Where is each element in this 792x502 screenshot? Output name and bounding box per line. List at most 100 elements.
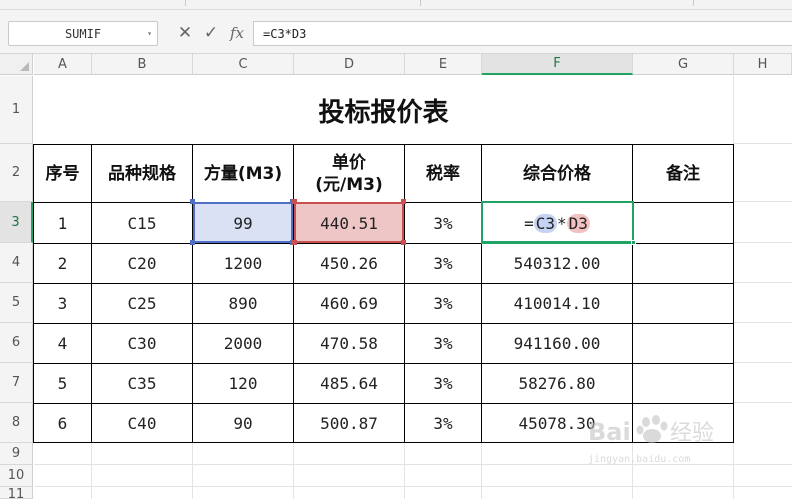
formula-ref-d3: D3 (566, 213, 590, 233)
cell-spec[interactable]: C20 (92, 244, 192, 283)
svg-text:经验: 经验 (670, 421, 714, 446)
col-header-d[interactable]: D (294, 54, 405, 75)
formula-input[interactable]: =C3*D3 (253, 21, 792, 46)
row-header-2[interactable]: 2 (0, 144, 33, 202)
formula-operator: * (557, 213, 567, 233)
cell-note[interactable] (633, 244, 733, 283)
formula-equals: = (524, 213, 534, 233)
cell-seq[interactable]: 4 (34, 324, 91, 363)
cell-spec[interactable]: C30 (92, 324, 192, 363)
chevron-down-icon[interactable]: ▾ (147, 29, 152, 38)
row-header-3[interactable]: 3 (0, 202, 33, 243)
gridline (34, 486, 792, 487)
table-border (733, 144, 734, 443)
gridline (481, 443, 482, 499)
cell-note[interactable] (633, 364, 733, 403)
cell-price[interactable]: 485.64 (294, 364, 404, 403)
cell-total[interactable]: 58276.80 (482, 364, 632, 403)
formula-text: =C3*D3 (263, 26, 307, 41)
gridline (734, 282, 792, 283)
cell-price[interactable]: 500.87 (294, 404, 404, 442)
svg-text:Bai: Bai (588, 418, 631, 446)
cell-note[interactable] (633, 324, 733, 363)
formula-ref-c3: C3 (533, 213, 557, 233)
cell-seq[interactable]: 2 (34, 244, 91, 283)
cell-seq[interactable]: 3 (34, 284, 91, 323)
cell-tax[interactable]: 3% (405, 203, 481, 243)
gridline (734, 402, 792, 403)
col-header-a[interactable]: A (34, 54, 92, 75)
gridline (293, 443, 294, 499)
gridline (734, 201, 792, 202)
row-header-9[interactable]: 9 (0, 443, 33, 465)
cell-tax[interactable]: 3% (405, 364, 481, 403)
header-price-line2: (元/M3) (315, 174, 383, 195)
cell-seq[interactable]: 6 (34, 404, 91, 442)
baidu-jingyan-watermark: Bai 经验 jingyan.baidu.com (588, 410, 758, 470)
header-qty[interactable]: 方量(M3) (193, 145, 293, 202)
col-header-e[interactable]: E (405, 54, 482, 75)
cell-note[interactable] (633, 203, 733, 243)
cell-total[interactable]: 410014.10 (482, 284, 632, 323)
select-all-corner[interactable] (0, 54, 33, 75)
header-price-line1: 单价 (332, 152, 366, 173)
row-header-7[interactable]: 7 (0, 363, 33, 403)
cell-total[interactable]: 540312.00 (482, 244, 632, 283)
cell-qty[interactable]: 90 (193, 404, 293, 442)
gridline (404, 443, 405, 499)
header-note[interactable]: 备注 (633, 145, 733, 202)
name-box[interactable]: SUMIF ▾ (8, 21, 158, 46)
cell-qty[interactable]: 120 (193, 364, 293, 403)
cell-price[interactable]: 450.26 (294, 244, 404, 283)
watermark-url: jingyan.baidu.com (588, 454, 691, 465)
col-header-h[interactable]: H (734, 54, 792, 75)
gridline (734, 322, 792, 323)
header-seq[interactable]: 序号 (34, 145, 91, 202)
cell-tax[interactable]: 3% (405, 244, 481, 283)
cell-price[interactable]: 460.69 (294, 284, 404, 323)
strip-divider (420, 0, 421, 6)
cell-qty[interactable]: 890 (193, 284, 293, 323)
cell-price[interactable]: 470.58 (294, 324, 404, 363)
cell-qty[interactable]: 1200 (193, 244, 293, 283)
cancel-icon[interactable]: ✕ (175, 22, 195, 44)
row-header-6[interactable]: 6 (0, 323, 33, 363)
cell-spec[interactable]: C15 (92, 203, 192, 243)
header-price[interactable]: 单价 (元/M3) (294, 145, 404, 202)
row-header-10[interactable]: 10 (0, 465, 33, 487)
row-header-1[interactable]: 1 (0, 76, 33, 144)
col-header-f[interactable]: F (482, 54, 633, 75)
cell-qty[interactable]: 2000 (193, 324, 293, 363)
col-header-g[interactable]: G (633, 54, 734, 75)
cell-total-editing[interactable]: = C3 * D3 (483, 203, 631, 243)
header-total[interactable]: 综合价格 (482, 145, 632, 202)
strip-divider (185, 0, 186, 6)
header-spec[interactable]: 品种规格 (92, 145, 192, 202)
gridline (734, 362, 792, 363)
col-header-c[interactable]: C (193, 54, 294, 75)
cell-price[interactable]: 440.51 (294, 203, 404, 243)
cell-tax[interactable]: 3% (405, 284, 481, 323)
cell-tax[interactable]: 3% (405, 404, 481, 442)
cell-seq[interactable]: 5 (34, 364, 91, 403)
row-header-5[interactable]: 5 (0, 283, 33, 323)
gridline (192, 443, 193, 499)
cell-spec[interactable]: C40 (92, 404, 192, 442)
cell-tax[interactable]: 3% (405, 324, 481, 363)
row-header-11[interactable]: 11 (0, 487, 33, 502)
cell-note[interactable] (633, 284, 733, 323)
confirm-icon[interactable]: ✓ (200, 22, 222, 44)
col-header-b[interactable]: B (92, 54, 193, 75)
row-header-8[interactable]: 8 (0, 403, 33, 443)
header-tax[interactable]: 税率 (405, 145, 481, 202)
name-box-value: SUMIF (64, 26, 102, 41)
cell-total[interactable]: 941160.00 (482, 324, 632, 363)
cell-spec[interactable]: C35 (92, 364, 192, 403)
sheet-title[interactable]: 投标报价表 (34, 76, 733, 144)
cell-spec[interactable]: C25 (92, 284, 192, 323)
row-header-4[interactable]: 4 (0, 243, 33, 283)
cell-qty[interactable]: 99 (193, 203, 293, 243)
insert-function-icon[interactable]: fx (226, 22, 248, 44)
gridline (91, 443, 92, 499)
cell-seq[interactable]: 1 (34, 203, 91, 243)
